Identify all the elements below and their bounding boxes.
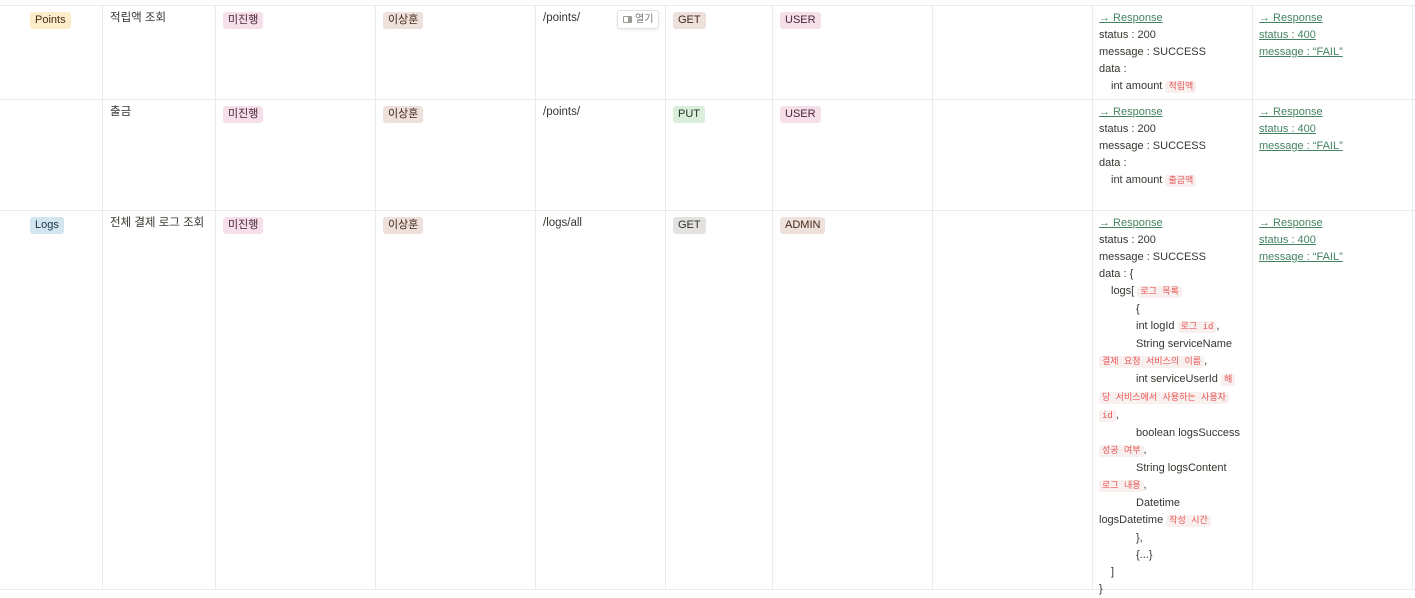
- api-name[interactable]: 적립액 조회: [110, 11, 166, 26]
- response-link[interactable]: → Response: [1099, 217, 1163, 229]
- response-line: data : {: [1099, 268, 1134, 280]
- method-badge[interactable]: PUT: [673, 106, 705, 123]
- method-badge[interactable]: GET: [673, 12, 706, 29]
- response-line: data :: [1099, 63, 1127, 75]
- assignee-tag[interactable]: 이상훈: [383, 217, 424, 234]
- response-field: int amount: [1111, 174, 1163, 186]
- response-link[interactable]: → Response: [1259, 217, 1323, 229]
- response-line: },: [1136, 532, 1143, 544]
- response-line: ]: [1111, 566, 1115, 578]
- response-field: logsDatetime: [1099, 514, 1164, 526]
- assignee-tag[interactable]: 이상훈: [383, 106, 424, 123]
- response-line: message : SUCCESS: [1099, 140, 1206, 152]
- role-badge[interactable]: ADMIN: [780, 217, 826, 234]
- inline-code: 로그 id: [1177, 321, 1217, 333]
- inline-code: 적립액: [1165, 81, 1197, 93]
- endpoint-url[interactable]: /points/: [543, 11, 580, 26]
- api-name[interactable]: 출금: [110, 105, 131, 120]
- fail-response[interactable]: → Response status : 400 message : “FAIL”: [1259, 10, 1409, 61]
- response-field: int amount: [1111, 80, 1163, 92]
- response-link[interactable]: → Response: [1099, 106, 1163, 118]
- response-line: message : SUCCESS: [1099, 46, 1206, 58]
- response-link[interactable]: → Response: [1259, 106, 1323, 118]
- method-badge[interactable]: GET: [673, 217, 706, 234]
- response-line: message : SUCCESS: [1099, 251, 1206, 263]
- inline-code: 로그 목록: [1137, 286, 1182, 298]
- endpoint-url[interactable]: /points/: [543, 105, 580, 120]
- response-field: int serviceUserId: [1136, 373, 1218, 385]
- response-field: logs[: [1111, 285, 1135, 297]
- api-name[interactable]: 전체 결제 로그 조회: [110, 216, 204, 231]
- inline-code: 출금액: [1165, 175, 1197, 187]
- response-line: {: [1136, 303, 1140, 315]
- response-line: status : 400: [1259, 123, 1316, 135]
- inline-code: 로그 내용: [1099, 480, 1144, 492]
- response-line: message : “FAIL”: [1259, 251, 1343, 263]
- success-response[interactable]: → Response status : 200 message : SUCCES…: [1099, 215, 1249, 598]
- open-page-button[interactable]: 열기: [617, 10, 660, 29]
- response-field: int logId: [1136, 320, 1175, 332]
- response-line: status : 200: [1099, 234, 1156, 246]
- status-badge[interactable]: 미진행: [223, 106, 264, 123]
- response-line: status : 400: [1259, 29, 1316, 41]
- inline-code: 성공 여부: [1099, 445, 1144, 457]
- response-line: data :: [1099, 157, 1127, 169]
- category-tag[interactable]: Points: [30, 12, 71, 29]
- response-line: status : 200: [1099, 29, 1156, 41]
- category-tag[interactable]: Logs: [30, 217, 64, 234]
- inline-code: 당 서비스에서 사용하는 사용자: [1099, 392, 1229, 404]
- inline-code: 작성 시간: [1166, 515, 1211, 527]
- response-field: String serviceName: [1136, 338, 1232, 350]
- inline-code: 결제 요청 서비스의 이름: [1099, 356, 1205, 368]
- status-badge[interactable]: 미진행: [223, 12, 264, 29]
- response-field: Datetime: [1136, 497, 1181, 509]
- endpoint-url[interactable]: /logs/all: [543, 216, 582, 231]
- inline-code: 해: [1220, 374, 1236, 386]
- response-line: {...}: [1136, 549, 1153, 561]
- response-line: message : “FAIL”: [1259, 140, 1343, 152]
- response-line: status : 400: [1259, 234, 1316, 246]
- open-panel-icon: [623, 16, 632, 23]
- role-badge[interactable]: USER: [780, 106, 821, 123]
- response-line: }: [1099, 583, 1103, 595]
- success-response[interactable]: → Response status : 200 message : SUCCES…: [1099, 10, 1249, 96]
- response-line: status : 200: [1099, 123, 1156, 135]
- fail-response[interactable]: → Response status : 400 message : “FAIL”: [1259, 215, 1409, 266]
- inline-code: id: [1099, 410, 1116, 422]
- response-link[interactable]: → Response: [1099, 12, 1163, 24]
- success-response[interactable]: → Response status : 200 message : SUCCES…: [1099, 104, 1249, 190]
- assignee-tag[interactable]: 이상훈: [383, 12, 424, 29]
- response-line: message : “FAIL”: [1259, 46, 1343, 58]
- role-badge[interactable]: USER: [780, 12, 821, 29]
- response-field: boolean logsSuccess: [1136, 427, 1240, 439]
- fail-response[interactable]: → Response status : 400 message : “FAIL”: [1259, 104, 1409, 155]
- status-badge[interactable]: 미진행: [223, 217, 264, 234]
- response-field: String logsContent: [1136, 462, 1227, 474]
- response-link[interactable]: → Response: [1259, 12, 1323, 24]
